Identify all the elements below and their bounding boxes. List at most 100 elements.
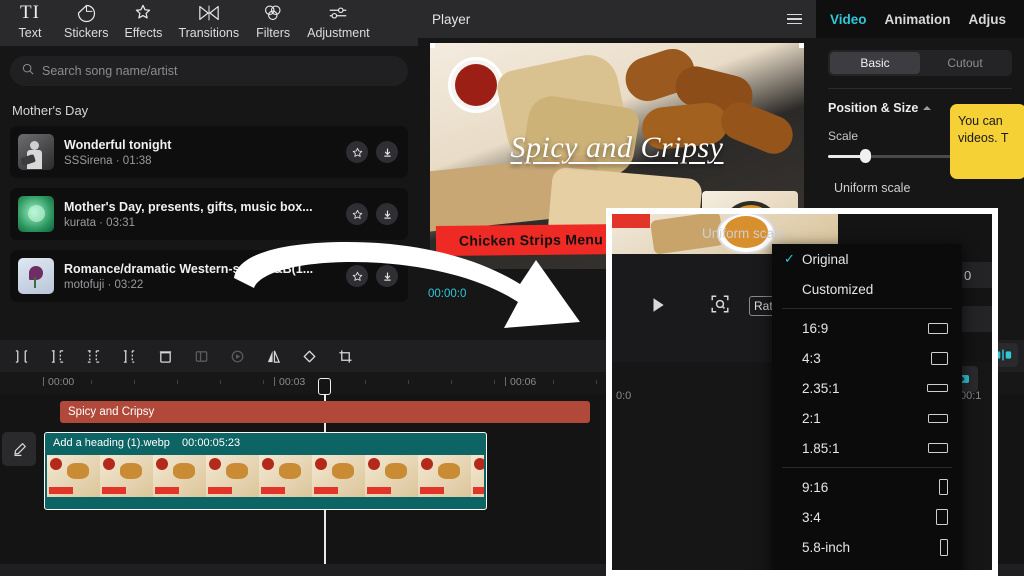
slider-fill — [828, 155, 864, 158]
toolbar-label-stickers: Stickers — [64, 26, 109, 40]
player-title: Player — [432, 11, 471, 27]
delete-icon[interactable] — [148, 343, 182, 369]
slider-knob[interactable] — [860, 149, 871, 163]
split-right-icon[interactable] — [40, 343, 74, 369]
chevron-up-icon[interactable] — [923, 106, 932, 110]
hamburger-menu-icon[interactable] — [787, 13, 802, 25]
text-icon: TI — [20, 2, 40, 23]
download-icon[interactable] — [376, 265, 398, 287]
song-info: Romance/dramatic Western-style R&B(1... … — [64, 262, 336, 291]
aspect-glyph-235-1 — [927, 384, 948, 392]
basic-cutout-segmented-control: Basic Cutout — [828, 50, 1012, 76]
tab-adjust[interactable]: Adjus — [969, 12, 1007, 27]
adjustment-sliders-icon — [327, 2, 349, 24]
search-icon — [22, 62, 34, 80]
text-clip[interactable]: Spicy and Cripsy — [60, 401, 590, 423]
list-item[interactable]: Romance/dramatic Western-style R&B(1... … — [10, 250, 408, 302]
song-title: Wonderful tonight — [64, 137, 172, 152]
aspect-glyph-3-4 — [936, 509, 948, 525]
toolbar-item-transitions[interactable]: Transitions — [170, 0, 247, 40]
menu-item-label: 9:16 — [802, 479, 829, 495]
segment-cutout[interactable]: Cutout — [920, 52, 1010, 74]
toolbar-item-filters[interactable]: Filters — [247, 0, 299, 40]
video-clip-name: Add a heading (1).webp — [53, 437, 170, 449]
aspect-glyph-16-9 — [928, 322, 948, 334]
split-both-icon[interactable] — [76, 343, 110, 369]
list-item[interactable]: Mother's Day, presents, gifts, music box… — [10, 188, 408, 240]
sticker-icon — [77, 2, 96, 24]
aspect-glyph-185-1 — [928, 443, 948, 453]
menu-item-1-1[interactable]: 1:1 — [772, 562, 962, 570]
song-info: Mother's Day, presents, gifts, music box… — [64, 200, 336, 229]
menu-item-label: 4:3 — [802, 350, 821, 366]
song-actions — [346, 141, 398, 163]
ruler-label: 00:00 — [42, 376, 75, 388]
menu-item-label: 16:9 — [802, 320, 829, 336]
current-timecode: 00:00:0 — [428, 288, 467, 300]
menu-item-185-1[interactable]: 1.85:1 — [772, 433, 962, 463]
aspect-ratio-dropdown-menu[interactable]: ✓ Original Customized 16:9 4:3 2.35:1 2:… — [772, 244, 962, 570]
split-left-icon[interactable] — [4, 343, 38, 369]
menu-item-label: 2.35:1 — [802, 380, 840, 396]
aspect-glyph-9-16 — [939, 479, 948, 495]
song-subtitle: kurata · 03:31 — [64, 216, 135, 229]
star-icon[interactable] — [346, 203, 368, 225]
menu-item-original[interactable]: ✓ Original — [772, 244, 962, 274]
star-icon[interactable] — [346, 141, 368, 163]
callout-ruler-left: 0:0 — [616, 390, 632, 402]
menu-item-58-inch[interactable]: 5.8-inch — [772, 532, 962, 562]
callout-uniform-scale-label: Uniform scale — [702, 226, 785, 241]
mirror-icon[interactable] — [256, 343, 290, 369]
toolbar-item-text[interactable]: TI Text — [4, 0, 56, 40]
resize-handle[interactable] — [799, 43, 804, 48]
menu-item-customized[interactable]: Customized — [772, 274, 962, 304]
effects-sparkle-icon — [133, 2, 153, 24]
resize-handle[interactable] — [430, 43, 435, 48]
section-label: Position & Size — [828, 101, 919, 115]
reverse-icon[interactable] — [220, 343, 254, 369]
callout-play-icon[interactable] — [650, 296, 666, 319]
menu-item-2-1[interactable]: 2:1 — [772, 403, 962, 433]
callout-crop-focus-icon[interactable] — [710, 294, 730, 319]
star-icon[interactable] — [346, 265, 368, 287]
video-clip[interactable]: Add a heading (1).webp 00:00:05:23 — [44, 432, 487, 510]
aspect-glyph-4-3 — [931, 351, 948, 365]
toolbar-label-adjustment: Adjustment — [307, 26, 370, 40]
playhead-handle[interactable] — [318, 378, 331, 395]
tab-video[interactable]: Video — [830, 12, 867, 27]
list-item[interactable]: Wonderful tonight SSSirena · 01:38 — [10, 126, 408, 178]
download-icon[interactable] — [376, 203, 398, 225]
callout-value-field[interactable]: 0 — [957, 262, 992, 288]
menu-item-3-4[interactable]: 3:4 — [772, 502, 962, 532]
transitions-icon — [198, 2, 220, 24]
search-input[interactable]: Search song name/artist — [10, 56, 408, 86]
menu-item-9-16[interactable]: 9:16 — [772, 472, 962, 502]
toolbar-item-stickers[interactable]: Stickers — [56, 0, 116, 40]
song-thumbnail — [18, 134, 54, 170]
menu-item-label: 1:1 — [802, 570, 933, 571]
split-middle-icon[interactable] — [112, 343, 146, 369]
menu-item-235-1[interactable]: 2.35:1 — [772, 373, 962, 403]
segment-basic[interactable]: Basic — [830, 52, 920, 74]
toolbar-item-effects[interactable]: Effects — [116, 0, 170, 40]
tab-animation[interactable]: Animation — [885, 12, 951, 27]
freeze-frame-icon[interactable] — [184, 343, 218, 369]
media-library-panel: TI Text Stickers Effects Transitions Fil… — [0, 0, 418, 340]
menu-item-4-3[interactable]: 4:3 — [772, 343, 962, 373]
zoom-callout-frame: Uniform scale Rat 0 0:0 00:1 ✓ Original — [606, 208, 998, 576]
menu-item-label: 2:1 — [802, 410, 821, 426]
toolbar-item-adjustment[interactable]: Adjustment — [299, 0, 378, 40]
tooltip-callout: You can videos. T — [950, 104, 1024, 179]
callout-rotation-field[interactable] — [957, 306, 992, 332]
pencil-edit-icon[interactable] — [2, 432, 36, 466]
crop-icon[interactable] — [328, 343, 362, 369]
preview-banner: Chicken Strips Menu — [435, 224, 627, 256]
menu-item-16-9[interactable]: 16:9 — [772, 313, 962, 343]
rotate-icon[interactable] — [292, 343, 326, 369]
download-icon[interactable] — [376, 141, 398, 163]
uniform-scale-label: Uniform scale — [834, 181, 911, 195]
player-header: Player — [418, 0, 816, 38]
toolbar-label-filters: Filters — [256, 26, 291, 40]
search-placeholder: Search song name/artist — [42, 64, 178, 78]
song-info: Wonderful tonight SSSirena · 01:38 — [64, 138, 336, 167]
